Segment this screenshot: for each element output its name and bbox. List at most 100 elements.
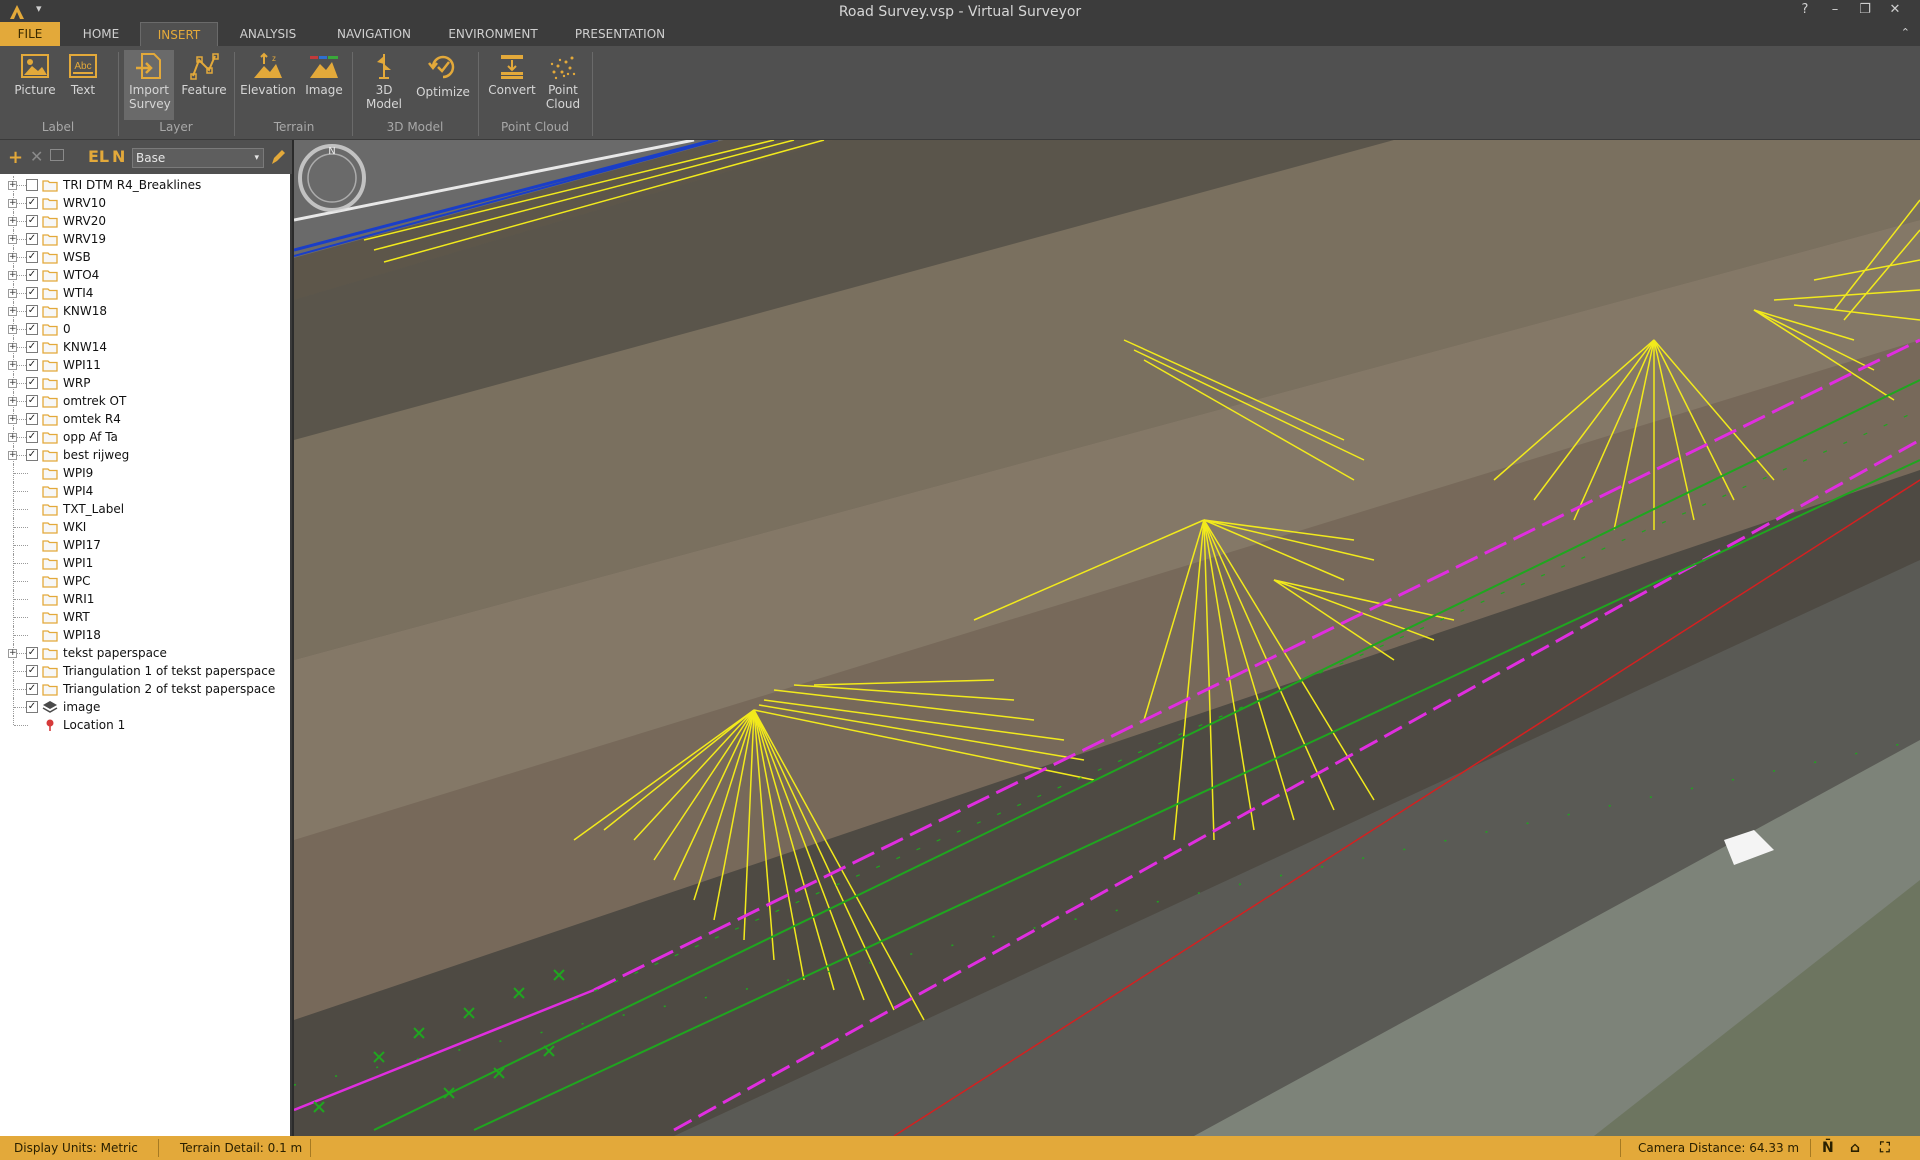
expand-icon[interactable]: +: [8, 199, 17, 208]
layer-tree-item[interactable]: WKI: [0, 518, 290, 536]
expand-icon[interactable]: +: [8, 451, 17, 460]
point-cloud-button[interactable]: Point Cloud: [540, 50, 586, 122]
optimize-button[interactable]: Optimize: [414, 50, 472, 122]
layer-visibility-checkbox[interactable]: ✓: [26, 359, 38, 371]
layer-tree-item[interactable]: + ✓ best rijweg: [0, 446, 290, 464]
expand-icon[interactable]: +: [8, 343, 17, 352]
layer-tree-item[interactable]: + ✓ WRV10: [0, 194, 290, 212]
tab-navigation[interactable]: NAVIGATION: [326, 22, 422, 46]
tab-file[interactable]: FILE: [0, 22, 60, 46]
properties-icon[interactable]: [50, 149, 64, 161]
image-button[interactable]: Image: [300, 50, 348, 122]
layer-visibility-checkbox[interactable]: ✓: [26, 395, 38, 407]
layer-tree-item[interactable]: + TRI DTM R4_Breaklines: [0, 176, 290, 194]
expand-icon[interactable]: +: [8, 235, 17, 244]
restore-button[interactable]: ❐: [1850, 2, 1880, 17]
expand-icon[interactable]: +: [8, 217, 17, 226]
elevation-button[interactable]: z Elevation: [240, 50, 296, 122]
expand-icon[interactable]: +: [8, 379, 17, 388]
layer-visibility-checkbox[interactable]: ✓: [26, 377, 38, 389]
layer-tree-item[interactable]: WRT: [0, 608, 290, 626]
layer-tree-item[interactable]: ✓ image: [0, 698, 290, 716]
layer-tree-item[interactable]: + ✓ WTI4: [0, 284, 290, 302]
expand-icon[interactable]: +: [8, 253, 17, 262]
layer-tree-item[interactable]: ✓ Triangulation 1 of tekst paperspace: [0, 662, 290, 680]
expand-icon[interactable]: +: [8, 271, 17, 280]
layer-visibility-checkbox[interactable]: ✓: [26, 323, 38, 335]
layer-visibility-checkbox[interactable]: ✓: [26, 431, 38, 443]
layer-tree-item[interactable]: ✓ Triangulation 2 of tekst paperspace: [0, 680, 290, 698]
home-icon[interactable]: ⌂: [1850, 1140, 1860, 1156]
layer-tree-item[interactable]: Location 1: [0, 716, 290, 734]
tab-insert[interactable]: INSERT: [140, 22, 218, 46]
layer-visibility-checkbox[interactable]: ✓: [26, 701, 38, 713]
layer-visibility-checkbox[interactable]: ✓: [26, 269, 38, 281]
layer-tree-item[interactable]: + ✓ WTO4: [0, 266, 290, 284]
expand-icon[interactable]: +: [8, 325, 17, 334]
zoom-extent-icon[interactable]: ⛶: [1880, 1140, 1890, 1156]
close-button[interactable]: ✕: [1880, 2, 1910, 17]
layer-visibility-checkbox[interactable]: ✓: [26, 665, 38, 677]
layer-visibility-checkbox[interactable]: ✓: [26, 215, 38, 227]
layer-tree-item[interactable]: WPI17: [0, 536, 290, 554]
remove-layer-icon[interactable]: ✕: [30, 147, 43, 166]
tab-environment[interactable]: ENVIRONMENT: [440, 22, 546, 46]
feature-button[interactable]: Feature: [180, 50, 228, 122]
expand-icon[interactable]: +: [8, 181, 17, 190]
layer-tree-item[interactable]: + ✓ KNW14: [0, 338, 290, 356]
compass-icon[interactable]: N: [294, 140, 370, 216]
collapse-ribbon-icon[interactable]: ⌃: [1901, 26, 1910, 39]
layer-visibility-checkbox[interactable]: ✓: [26, 251, 38, 263]
edit-pencil-icon[interactable]: [270, 148, 286, 166]
layer-tree-item[interactable]: + ✓ omtrek OT: [0, 392, 290, 410]
layer-tree-item[interactable]: + ✓ WPI11: [0, 356, 290, 374]
layer-visibility-checkbox[interactable]: ✓: [26, 449, 38, 461]
3d-model-button[interactable]: 3D Model: [358, 50, 410, 122]
n-toggle-button[interactable]: N: [112, 147, 125, 166]
layer-tree-item[interactable]: + ✓ 0: [0, 320, 290, 338]
tab-presentation[interactable]: PRESENTATION: [566, 22, 674, 46]
layer-dropdown[interactable]: Base ▾: [132, 148, 264, 168]
layer-visibility-checkbox[interactable]: ✓: [26, 305, 38, 317]
tab-analysis[interactable]: ANALYSIS: [228, 22, 308, 46]
layer-visibility-checkbox[interactable]: ✓: [26, 683, 38, 695]
expand-icon[interactable]: +: [8, 289, 17, 298]
layer-tree-item[interactable]: + ✓ WSB: [0, 248, 290, 266]
layer-tree-item[interactable]: + ✓ omtek R4: [0, 410, 290, 428]
layer-tree-item[interactable]: + ✓ tekst paperspace: [0, 644, 290, 662]
layer-tree-item[interactable]: WPI4: [0, 482, 290, 500]
layer-tree-item[interactable]: + ✓ WRV19: [0, 230, 290, 248]
expand-icon[interactable]: +: [8, 397, 17, 406]
import-survey-button[interactable]: Import Survey: [124, 50, 174, 120]
layer-tree-item[interactable]: WPC: [0, 572, 290, 590]
layer-visibility-checkbox[interactable]: ✓: [26, 287, 38, 299]
expand-icon[interactable]: +: [8, 361, 17, 370]
expand-icon[interactable]: +: [8, 649, 17, 658]
text-button[interactable]: Abc Text: [60, 50, 106, 122]
minimize-button[interactable]: –: [1820, 2, 1850, 17]
add-layer-icon[interactable]: +: [8, 147, 23, 168]
layer-visibility-checkbox[interactable]: ✓: [26, 233, 38, 245]
layer-tree-item[interactable]: + ✓ KNW18: [0, 302, 290, 320]
layer-tree-item[interactable]: WRI1: [0, 590, 290, 608]
layer-tree-item[interactable]: + ✓ WRV20: [0, 212, 290, 230]
expand-icon[interactable]: +: [8, 307, 17, 316]
tab-home[interactable]: HOME: [70, 22, 132, 46]
el-toggle-button[interactable]: EL: [88, 147, 109, 166]
layer-visibility-checkbox[interactable]: [26, 179, 38, 191]
expand-icon[interactable]: +: [8, 415, 17, 424]
expand-icon[interactable]: +: [8, 433, 17, 442]
convert-button[interactable]: Convert: [484, 50, 540, 122]
layer-visibility-checkbox[interactable]: ✓: [26, 413, 38, 425]
layer-tree-item[interactable]: + ✓ WRP: [0, 374, 290, 392]
layer-tree-item[interactable]: WPI18: [0, 626, 290, 644]
layer-visibility-checkbox[interactable]: ✓: [26, 647, 38, 659]
picture-button[interactable]: Picture: [10, 50, 60, 122]
layer-visibility-checkbox[interactable]: ✓: [26, 197, 38, 209]
layer-visibility-checkbox[interactable]: ✓: [26, 341, 38, 353]
help-button[interactable]: ?: [1790, 2, 1820, 17]
layer-tree-item[interactable]: + ✓ opp Af Ta: [0, 428, 290, 446]
layer-tree-item[interactable]: TXT_Label: [0, 500, 290, 518]
3d-viewport[interactable]: N: [294, 140, 1920, 1136]
layer-tree-item[interactable]: WPI9: [0, 464, 290, 482]
